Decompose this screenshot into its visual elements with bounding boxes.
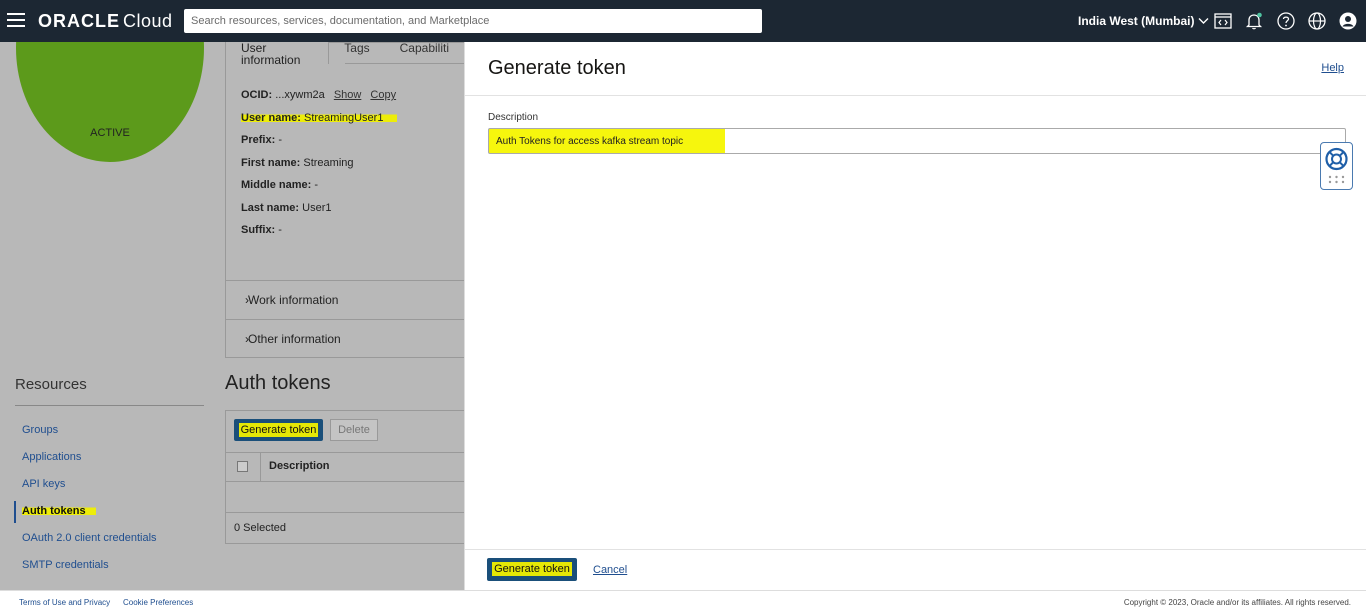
ocid-field: OCID: ...xywm2a Show Copy <box>241 89 397 101</box>
globe-icon[interactable] <box>1307 11 1327 31</box>
auth-tokens-title: Auth tokens <box>225 372 331 394</box>
other-information-section[interactable]: › Other information <box>226 319 464 357</box>
table-header <box>226 452 464 482</box>
generate-token-button[interactable]: Generate token <box>234 419 323 441</box>
avatar <box>16 42 204 162</box>
support-widget[interactable] <box>1320 142 1353 190</box>
generate-token-submit-button[interactable]: Generate token <box>487 558 577 581</box>
select-all-checkbox[interactable] <box>237 461 248 472</box>
ocid-copy-link[interactable]: Copy <box>370 89 396 101</box>
help-icon[interactable] <box>1276 11 1296 31</box>
column-header-description[interactable]: Description <box>269 460 330 472</box>
suffix-field: Suffix: - <box>241 224 282 236</box>
ocid-show-link[interactable]: Show <box>334 89 362 101</box>
drawer-title: Generate token <box>488 57 626 79</box>
chevron-right-icon: › <box>245 332 249 346</box>
sidebar-item-auth-tokens[interactable]: Auth tokens <box>22 505 96 517</box>
delete-button[interactable]: Delete <box>330 419 378 441</box>
cookie-preferences-link[interactable]: Cookie Preferences <box>123 598 193 607</box>
help-link[interactable]: Help <box>1321 62 1344 74</box>
user-profile-icon[interactable] <box>1338 11 1358 31</box>
sidebar-item-applications[interactable]: Applications <box>22 451 81 463</box>
menu-icon[interactable] <box>7 13 25 27</box>
oracle-cloud-logo[interactable]: ORACLE Cloud <box>38 11 173 32</box>
selected-count: 0 Selected <box>234 522 286 534</box>
drawer-footer: Generate token Cancel <box>465 549 1366 590</box>
first-name-field: First name: Streaming <box>241 157 354 169</box>
top-navigation-bar: ORACLECloud India West (Mumbai) <box>0 0 1366 42</box>
user-details-page: ACTIVE User information Tags Capabiliti … <box>0 42 464 590</box>
drawer-header: Generate token Help <box>465 42 1366 96</box>
chevron-down-icon <box>1198 18 1209 24</box>
bell-icon[interactable] <box>1244 11 1264 31</box>
sidebar-item-oauth-credentials[interactable]: OAuth 2.0 client credentials <box>22 532 157 544</box>
sidebar-item-smtp-credentials[interactable]: SMTP credentials <box>22 559 109 571</box>
status-label: ACTIVE <box>90 127 130 139</box>
page-footer: Terms of Use and Privacy Cookie Preferen… <box>0 590 1366 614</box>
selected-indicator <box>14 501 16 523</box>
tab-divider <box>345 63 464 64</box>
resources-title: Resources <box>15 376 87 393</box>
tab-tags[interactable]: Tags <box>329 42 384 64</box>
tab-user-information[interactable]: User information <box>226 42 330 66</box>
username-field: User name: StreamingUser1 <box>241 112 398 124</box>
sidebar-item-api-keys[interactable]: API keys <box>22 478 65 490</box>
tab-capabilities[interactable]: Capabiliti <box>385 42 464 64</box>
generate-token-drawer: Generate token Help Description Generate… <box>464 42 1366 590</box>
chevron-right-icon: › <box>245 293 249 307</box>
resources-divider <box>15 405 204 406</box>
last-name-field: Last name: User1 <box>241 202 332 214</box>
cancel-button[interactable]: Cancel <box>593 564 627 576</box>
code-editor-icon[interactable] <box>1213 11 1233 31</box>
lifebuoy-icon <box>1325 147 1348 184</box>
middle-name-field: Middle name: - <box>241 179 319 191</box>
description-input[interactable] <box>488 128 1346 154</box>
tab-bar: User information Tags Capabiliti <box>226 42 464 66</box>
table-footer-divider <box>226 512 464 513</box>
description-label: Description <box>488 112 539 123</box>
work-information-section[interactable]: › Work information <box>226 280 464 318</box>
sidebar-item-groups[interactable]: Groups <box>22 424 58 436</box>
prefix-field: Prefix: - <box>241 134 282 146</box>
region-selector[interactable]: India West (Mumbai) <box>1078 14 1209 28</box>
terms-link[interactable]: Terms of Use and Privacy <box>19 598 110 607</box>
search-input[interactable] <box>184 9 762 33</box>
copyright-text: Copyright © 2023, Oracle and/or its affi… <box>1123 598 1351 607</box>
column-divider <box>260 452 261 482</box>
